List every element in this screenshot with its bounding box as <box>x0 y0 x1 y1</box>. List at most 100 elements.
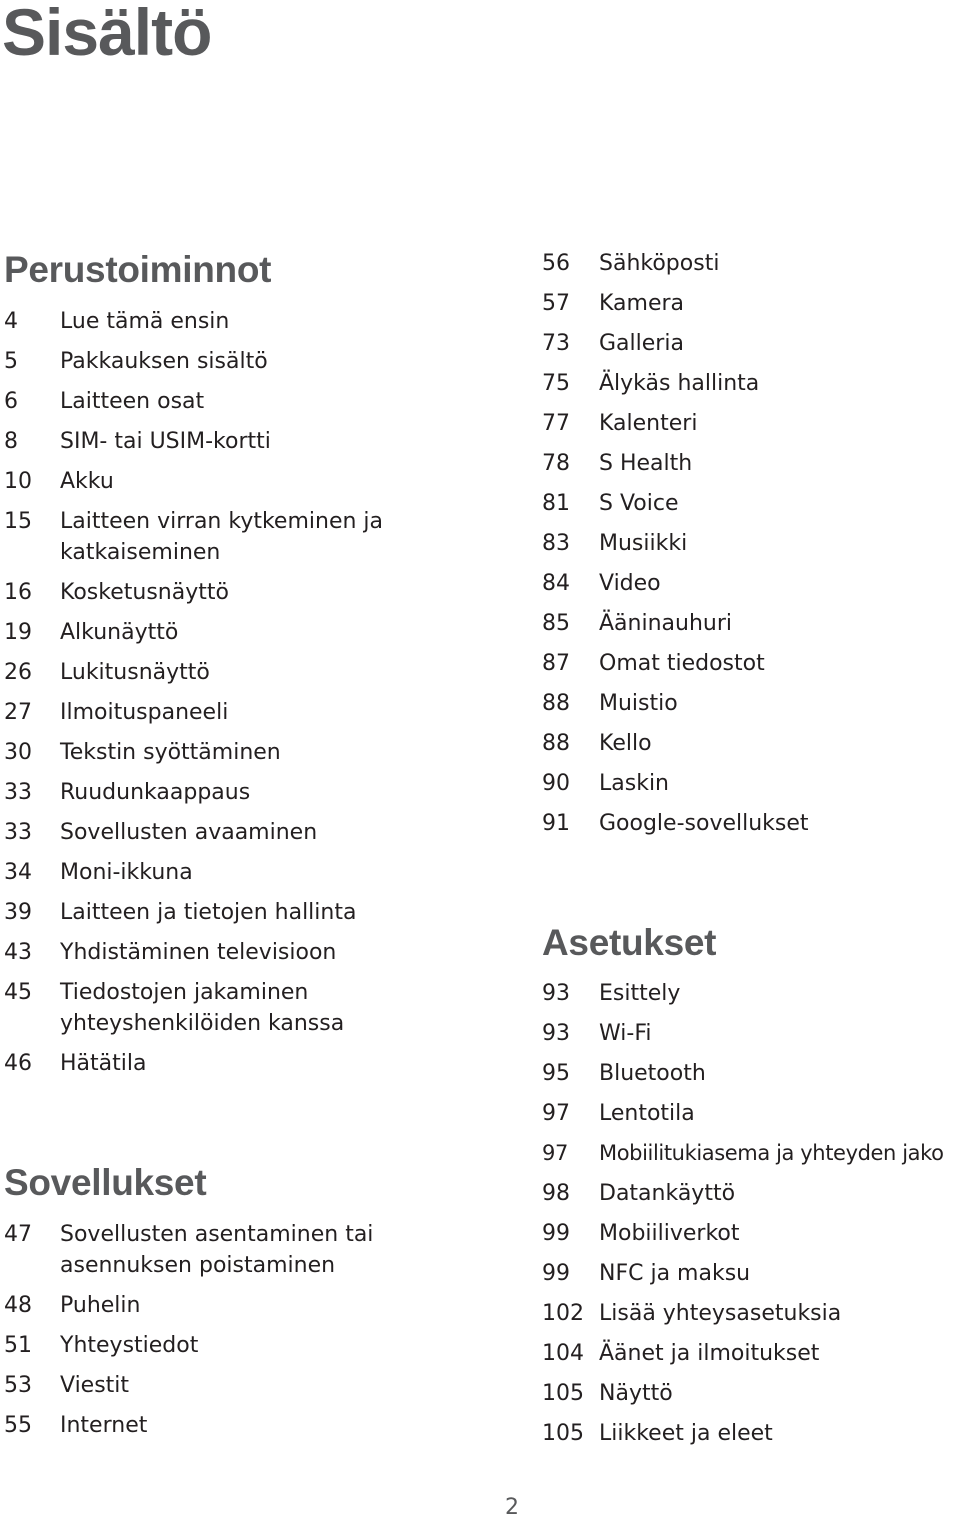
toc-entry[interactable]: 30 Tekstin syöttäminen <box>4 737 281 768</box>
toc-entry[interactable]: 88 Kello <box>542 728 652 759</box>
toc-entry[interactable]: 84 Video <box>542 568 661 599</box>
toc-entry[interactable]: 43 Yhdistäminen televisioon <box>4 937 336 968</box>
toc-entry-label: Näyttö <box>599 1381 673 1406</box>
toc-entry-label: Mobiilitukiasema ja yhteyden jako <box>599 1141 944 1165</box>
toc-entry[interactable]: 90 Laskin <box>542 768 669 799</box>
toc-entry-label: Tiedostojen jakaminen yhteyshenkilöiden … <box>60 980 345 1036</box>
toc-page-number: 16 <box>4 580 32 605</box>
toc-page-number: 73 <box>542 331 570 356</box>
toc-page-number: 15 <box>4 509 32 534</box>
toc-entry[interactable]: 51 Yhteystiedot <box>4 1330 198 1361</box>
toc-page-number: 10 <box>4 469 32 494</box>
toc-entry[interactable]: 27 Ilmoituspaneeli <box>4 697 228 728</box>
toc-entry[interactable]: 15 Laitteen virran kytkeminen ja katkaise… <box>4 506 384 568</box>
toc-entry-label: Esittely <box>599 981 681 1006</box>
section-heading-sovellukset: Sovellukset <box>4 1162 207 1203</box>
toc-page-number: 93 <box>542 1021 570 1046</box>
toc-entry-label: Sovellusten asentaminen tai asennuksen p… <box>60 1222 374 1278</box>
toc-entry[interactable]: 83 Musiikki <box>542 528 687 559</box>
toc-page-number: 48 <box>4 1293 32 1318</box>
toc-entry[interactable]: 26 Lukitusnäyttö <box>4 657 210 688</box>
toc-entry-label: Lue tämä ensin <box>60 309 230 334</box>
toc-entry[interactable]: 73 Galleria <box>542 328 684 359</box>
toc-page-number: 19 <box>4 620 32 645</box>
toc-entry[interactable]: 8 SIM- tai USIM-kortti <box>4 426 271 457</box>
toc-page-number: 98 <box>542 1181 570 1206</box>
toc-entry[interactable]: 47 Sovellusten asentaminen tai asennuksen… <box>4 1219 384 1281</box>
toc-entry-label: Kello <box>599 731 652 756</box>
toc-page-number: 33 <box>4 820 32 845</box>
toc-entry[interactable]: 85 Ääninauhuri <box>542 608 732 639</box>
toc-page-number: 46 <box>4 1051 32 1076</box>
toc-entry[interactable]: 46 Hätätila <box>4 1048 146 1079</box>
toc-entry[interactable]: 105 Näyttö <box>542 1378 673 1409</box>
toc-page-number: 99 <box>542 1221 570 1246</box>
toc-entry[interactable]: 6 Laitteen osat <box>4 386 204 417</box>
toc-entry[interactable]: 57 Kamera <box>542 288 684 319</box>
toc-entry[interactable]: 56 Sähköposti <box>542 248 719 279</box>
toc-entry[interactable]: 91 Google-sovellukset <box>542 808 809 839</box>
toc-entry[interactable]: 16 Kosketusnäyttö <box>4 577 229 608</box>
toc-entry[interactable]: 97 Mobiilitukiasema ja yhteyden jako <box>542 1138 944 1169</box>
toc-entry-label: Ruudunkaappaus <box>60 780 251 805</box>
toc-entry[interactable]: 5 Pakkauksen sisältö <box>4 346 268 377</box>
toc-entry-label: Omat tiedostot <box>599 651 765 676</box>
toc-entry[interactable]: 33 Ruudunkaappaus <box>4 777 250 808</box>
toc-entry[interactable]: 45 Tiedostojen jakaminen yhteyshenkilöide… <box>4 977 354 1039</box>
toc-page-number: 45 <box>4 980 32 1005</box>
toc-page-number: 93 <box>542 981 570 1006</box>
toc-entry[interactable]: 75 Älykäs hallinta <box>542 368 759 399</box>
toc-entry[interactable]: 105 Liikkeet ja eleet <box>542 1418 773 1449</box>
toc-entry[interactable]: 99 Mobiiliverkot <box>542 1218 740 1249</box>
toc-entry-label: Yhteystiedot <box>60 1333 199 1358</box>
toc-entry[interactable]: 99 NFC ja maksu <box>542 1258 750 1289</box>
toc-page-number: 95 <box>542 1061 570 1086</box>
toc-entry-label: Wi-Fi <box>599 1021 652 1046</box>
toc-entry-label: Alkunäyttö <box>60 620 179 645</box>
toc-entry-label: Kalenteri <box>599 411 698 436</box>
toc-entry-label: Lukitusnäyttö <box>60 660 210 685</box>
toc-entry-label: Google-sovellukset <box>599 811 809 836</box>
toc-entry-label: Sovellusten avaaminen <box>60 820 318 845</box>
toc-entry[interactable]: 19 Alkunäyttö <box>4 617 178 648</box>
toc-entry[interactable]: 39 Laitteen ja tietojen hallinta <box>4 897 356 928</box>
toc-entry[interactable]: 98 Datankäyttö <box>542 1178 735 1209</box>
toc-entry[interactable]: 77 Kalenteri <box>542 408 697 439</box>
toc-page-number: 5 <box>4 349 18 374</box>
toc-entry-label: Älykäs hallinta <box>599 371 760 396</box>
page-title: Sisältö <box>2 0 212 69</box>
toc-entry-label: Lisää yhteysasetuksia <box>599 1301 842 1326</box>
toc-entry[interactable]: 87 Omat tiedostot <box>542 648 765 679</box>
toc-entry[interactable]: 97 Lentotila <box>542 1098 695 1129</box>
toc-entry-label: NFC ja maksu <box>599 1261 751 1286</box>
toc-page-number: 104 <box>542 1341 584 1366</box>
toc-entry-label: Laskin <box>599 771 669 796</box>
toc-entry[interactable]: 53 Viestit <box>4 1370 129 1401</box>
toc-entry[interactable]: 93 Esittely <box>542 978 680 1009</box>
toc-entry[interactable]: 33 Sovellusten avaaminen <box>4 817 317 848</box>
toc-page-number: 87 <box>542 651 570 676</box>
toc-entry[interactable]: 34 Moni-ikkuna <box>4 857 193 888</box>
toc-entry[interactable]: 102 Lisää yhteysasetuksia <box>542 1298 841 1329</box>
toc-entry[interactable]: 48 Puhelin <box>4 1290 140 1321</box>
toc-entry[interactable]: 93 Wi-Fi <box>542 1018 652 1049</box>
toc-page-number: 81 <box>542 491 570 516</box>
toc-entry[interactable]: 10 Akku <box>4 466 114 497</box>
toc-entry-label: S Voice <box>599 491 679 516</box>
page-number: 2 <box>505 1495 519 1520</box>
toc-entry[interactable]: 88 Muistio <box>542 688 678 719</box>
toc-page-number: 105 <box>542 1421 584 1446</box>
toc-entry-label: Hätätila <box>60 1051 147 1076</box>
toc-page-number: 88 <box>542 731 570 756</box>
toc-entry[interactable]: 104 Äänet ja ilmoitukset <box>542 1338 819 1369</box>
toc-entry-label: Lentotila <box>599 1101 695 1126</box>
toc-entry-label: Viestit <box>60 1373 130 1398</box>
toc-page-number: 8 <box>4 429 18 454</box>
section-heading-perustoiminnot: Perustoiminnot <box>4 249 272 290</box>
toc-entry[interactable]: 55 Internet <box>4 1410 147 1441</box>
toc-entry[interactable]: 95 Bluetooth <box>542 1058 706 1089</box>
toc-entry[interactable]: 81 S Voice <box>542 488 679 519</box>
toc-entry[interactable]: 78 S Health <box>542 448 692 479</box>
toc-page-number: 75 <box>542 371 570 396</box>
toc-entry[interactable]: 4 Lue tämä ensin <box>4 306 229 337</box>
